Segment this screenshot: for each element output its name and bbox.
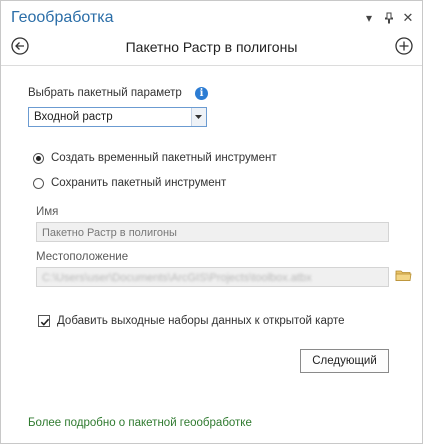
- folder-icon: [395, 270, 412, 281]
- pane-menu-button[interactable]: ▾: [361, 10, 377, 26]
- tool-title: Пакетно Растр в полигоны: [125, 39, 298, 55]
- location-input-value: C:\Users\user\Documents\ArcGIS\Projects\…: [42, 272, 312, 284]
- add-outputs-checkbox[interactable]: [38, 315, 50, 327]
- location-input[interactable]: C:\Users\user\Documents\ArcGIS\Projects\…: [36, 267, 389, 287]
- header-divider: [1, 65, 422, 66]
- radio-temp-tool-label[interactable]: Создать временный пакетный инструмент: [51, 152, 277, 164]
- batch-parameter-label: Выбрать пакетный параметр: [28, 87, 182, 99]
- pin-icon-glyph: [385, 12, 393, 24]
- radio-save-tool-label[interactable]: Сохранить пакетный инструмент: [51, 177, 226, 189]
- plus-icon: [395, 37, 413, 55]
- chevron-down-icon: [195, 115, 202, 119]
- pin-icon[interactable]: [381, 10, 397, 26]
- name-input-value: Пакетно Растр в полигоны: [42, 227, 177, 239]
- name-field-label: Имя: [36, 206, 59, 218]
- pane-titlebar: Геообработка ▾ ✕: [1, 1, 422, 35]
- pane-title: Геообработка: [11, 9, 114, 26]
- name-input[interactable]: Пакетно Растр в полигоны: [36, 222, 389, 242]
- next-button[interactable]: Следующий: [300, 349, 389, 373]
- location-field-label: Местоположение: [36, 251, 129, 263]
- add-outputs-label[interactable]: Добавить выходные наборы данных к открыт…: [57, 315, 345, 327]
- learn-more-link[interactable]: Более подробно о пакетной геообработке: [28, 417, 252, 429]
- geoprocessing-pane: Геообработка ▾ ✕ Пакетно Растр в полигон…: [0, 0, 423, 444]
- add-button[interactable]: [395, 37, 413, 55]
- radio-save-tool[interactable]: [33, 178, 44, 189]
- tool-header: Пакетно Растр в полигоны: [1, 35, 422, 61]
- dropdown-arrow[interactable]: [191, 108, 206, 126]
- close-button[interactable]: ✕: [400, 10, 416, 26]
- batch-parameter-value: Входной растр: [34, 111, 113, 123]
- info-icon[interactable]: i: [195, 87, 208, 100]
- browse-folder-button[interactable]: [395, 268, 412, 282]
- radio-temp-tool[interactable]: [33, 153, 44, 164]
- checkmark-icon: [40, 318, 50, 326]
- batch-parameter-select[interactable]: Входной растр: [28, 107, 207, 127]
